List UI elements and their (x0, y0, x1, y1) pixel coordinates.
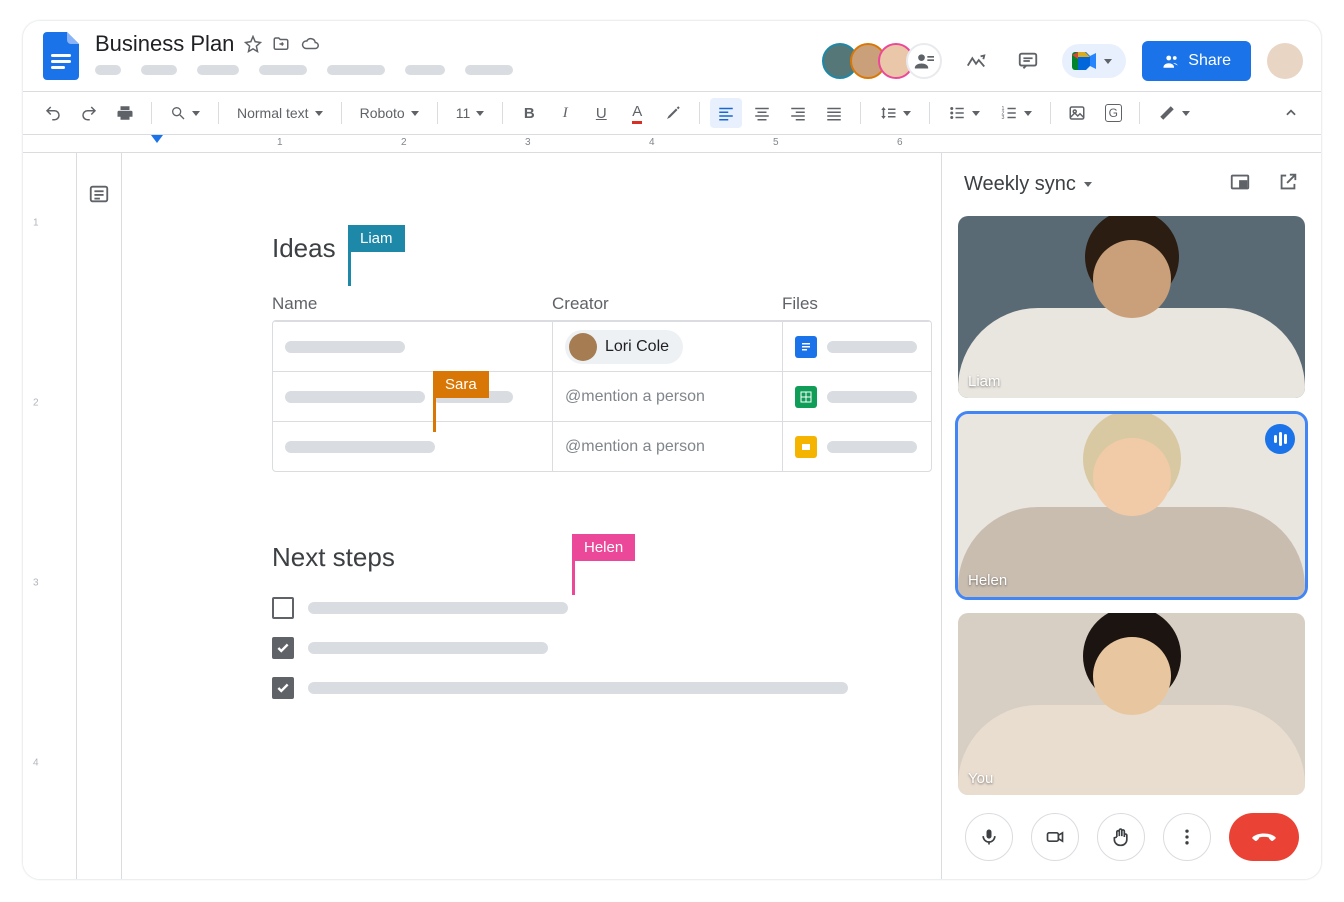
redo-button[interactable] (73, 98, 105, 128)
move-folder-icon[interactable] (272, 35, 290, 53)
collab-cursor-helen: Helen (572, 534, 635, 595)
doc-title[interactable]: Business Plan (95, 31, 234, 57)
col-header-creator: Creator (552, 294, 782, 314)
title-block: Business Plan (95, 31, 513, 75)
collapse-toolbar-button[interactable] (1275, 98, 1307, 128)
ideas-table[interactable]: Lori Cole @mention a person (272, 320, 932, 472)
checkbox-checked[interactable] (272, 637, 294, 659)
share-label: Share (1188, 52, 1231, 70)
file-chip[interactable] (795, 386, 917, 408)
collaborator-avatars[interactable] (822, 43, 942, 79)
video-tile[interactable]: Liam (958, 216, 1305, 398)
zoom-dropdown[interactable] (162, 98, 208, 128)
vertical-ruler[interactable]: 1 2 3 4 (23, 153, 57, 879)
account-avatar[interactable] (1267, 43, 1303, 79)
checkbox-checked[interactable] (272, 677, 294, 699)
raise-hand-button[interactable] (1097, 813, 1145, 861)
document-canvas[interactable]: Liam Ideas Name Creator Files (121, 153, 941, 879)
meet-sidebar: Weekly sync Liam Helen (941, 153, 1321, 879)
video-tile[interactable]: Helen (958, 414, 1305, 596)
star-icon[interactable] (244, 35, 262, 53)
header-actions: Share (822, 31, 1303, 81)
docs-logo[interactable] (41, 31, 81, 81)
more-options-button[interactable] (1163, 813, 1211, 861)
font-dropdown[interactable]: Roboto (352, 98, 427, 128)
anonymous-avatar[interactable] (906, 43, 942, 79)
undo-button[interactable] (37, 98, 69, 128)
table-row[interactable]: Lori Cole (273, 321, 931, 371)
insert-link-button[interactable]: G (1097, 98, 1129, 128)
table-row[interactable]: @mention a person (273, 421, 931, 471)
mention-placeholder[interactable]: @mention a person (565, 388, 705, 406)
style-label: Normal text (237, 105, 309, 121)
fontsize-dropdown[interactable]: 11 (448, 98, 493, 128)
numbered-list-button[interactable]: 123 (992, 98, 1040, 128)
editing-mode-button[interactable] (1150, 98, 1198, 128)
meet-icon (1072, 50, 1098, 72)
text-color-button[interactable]: A (621, 98, 653, 128)
outline-toggle[interactable] (77, 153, 121, 879)
checklist-item[interactable] (272, 637, 891, 659)
menu-bar[interactable] (95, 65, 513, 75)
horizontal-ruler[interactable]: 1 2 3 4 5 6 (23, 135, 1321, 153)
print-button[interactable] (109, 98, 141, 128)
svg-text:3: 3 (1002, 115, 1005, 121)
align-left-button[interactable] (710, 98, 742, 128)
collab-cursor-sara: Sara (433, 371, 489, 432)
file-chip[interactable] (795, 436, 917, 458)
people-icon (1162, 52, 1180, 70)
video-tiles: Liam Helen You (942, 216, 1321, 795)
meet-controls (942, 795, 1321, 879)
comments-icon[interactable] (1010, 43, 1046, 79)
camera-button[interactable] (1031, 813, 1079, 861)
line-spacing-button[interactable] (871, 98, 919, 128)
file-chip[interactable] (795, 336, 917, 358)
activity-icon[interactable] (958, 43, 994, 79)
toolbar: Normal text Roboto 11 B I U A 123 G (23, 91, 1321, 135)
pip-icon[interactable] (1229, 171, 1251, 198)
indent-marker[interactable] (151, 135, 163, 143)
bold-button[interactable]: B (513, 98, 545, 128)
align-justify-button[interactable] (818, 98, 850, 128)
mention-placeholder[interactable]: @mention a person (565, 438, 705, 456)
highlight-button[interactable] (657, 98, 689, 128)
checklist-item[interactable] (272, 597, 891, 619)
col-header-files: Files (782, 294, 932, 314)
person-chip[interactable]: Lori Cole (565, 330, 683, 364)
mic-button[interactable] (965, 813, 1013, 861)
checkbox-unchecked[interactable] (272, 597, 294, 619)
chevron-down-icon (1104, 59, 1112, 64)
meet-title-dropdown[interactable]: Weekly sync (964, 173, 1092, 196)
doc-header: Business Plan (23, 21, 1321, 81)
italic-button[interactable]: I (549, 98, 581, 128)
checklist-section: Next steps Helen (272, 542, 891, 699)
align-right-button[interactable] (782, 98, 814, 128)
style-dropdown[interactable]: Normal text (229, 98, 331, 128)
col-header-name: Name (272, 294, 552, 314)
bullet-list-button[interactable] (940, 98, 988, 128)
collab-cursor-liam: Liam (348, 225, 405, 286)
underline-button[interactable]: U (585, 98, 617, 128)
fontsize-label: 11 (456, 105, 471, 121)
insert-image-button[interactable] (1061, 98, 1093, 128)
table-row[interactable]: @mention a person (273, 371, 931, 421)
checklist-item[interactable] (272, 677, 891, 699)
popout-icon[interactable] (1277, 171, 1299, 198)
video-tile[interactable]: You (958, 613, 1305, 795)
share-button[interactable]: Share (1142, 41, 1251, 81)
cloud-saved-icon[interactable] (300, 35, 320, 53)
align-center-button[interactable] (746, 98, 778, 128)
font-label: Roboto (360, 105, 405, 121)
hangup-button[interactable] (1229, 813, 1299, 861)
meet-button[interactable] (1062, 44, 1126, 78)
app-window: Business Plan (22, 20, 1322, 880)
